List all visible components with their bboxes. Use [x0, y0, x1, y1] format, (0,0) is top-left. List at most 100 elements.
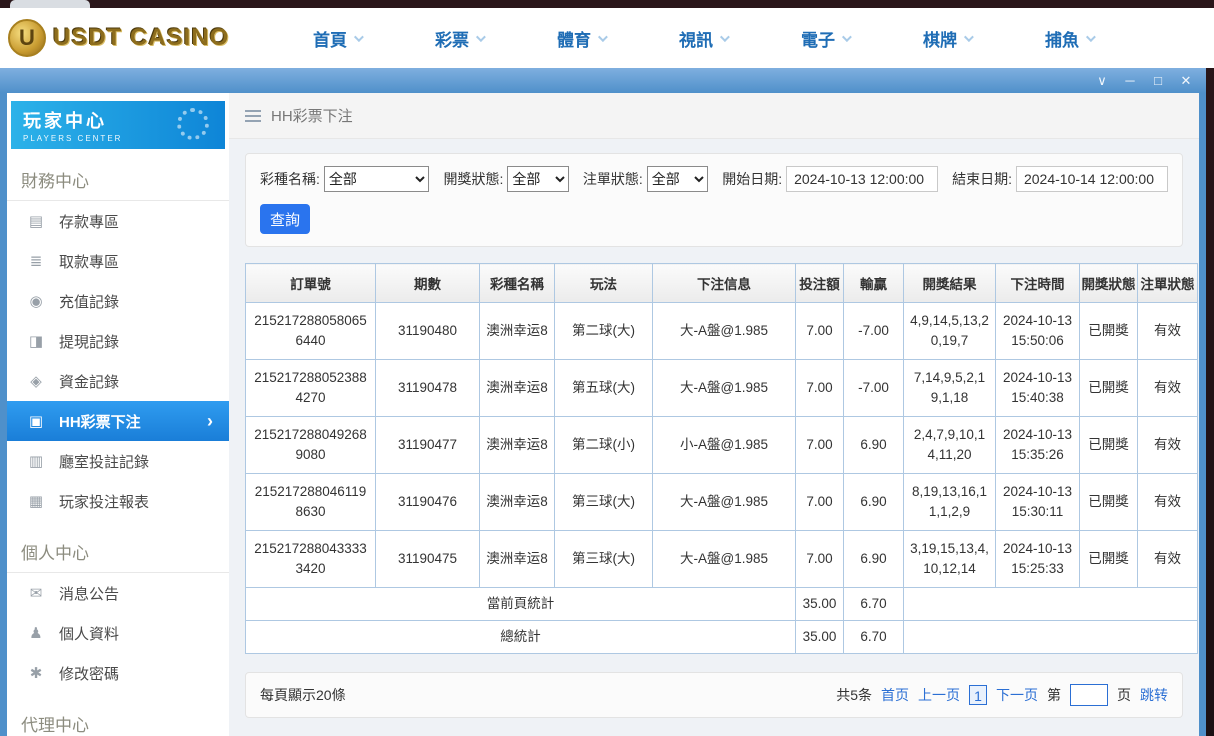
jump-button[interactable]: 跳转: [1140, 685, 1168, 705]
sidebar-item-label: 存款專區: [59, 211, 119, 232]
sidebar-item-profile[interactable]: ♟ 個人資料: [7, 613, 229, 653]
page-summary-label: 當前頁統計: [246, 588, 796, 621]
maximize-button[interactable]: □: [1146, 70, 1170, 91]
table-row: 2152172880461198630 31190476 澳洲幸运8 第三球(大…: [246, 474, 1198, 531]
current-page[interactable]: 1: [969, 685, 987, 705]
page-summary-amount: 35.00: [796, 588, 844, 621]
cell-lottery: 澳洲幸运8: [480, 474, 555, 531]
chevron-down-icon: [842, 32, 852, 42]
sidebar-section-personal: 個人中心: [7, 527, 229, 573]
collapse-button[interactable]: ∨: [1090, 70, 1114, 91]
cell-play: 第三球(大): [555, 474, 653, 531]
money-bag-icon: ◈: [27, 372, 45, 390]
cell-draw-status: 已開獎: [1080, 303, 1138, 360]
prev-page-link[interactable]: 上一页: [918, 685, 960, 705]
col-header-lottery: 彩種名稱: [480, 264, 555, 303]
cell-order-status: 有效: [1138, 417, 1198, 474]
next-page-link[interactable]: 下一页: [996, 685, 1038, 705]
first-page-link[interactable]: 首页: [881, 685, 909, 705]
table-row: 2152172880580656440 31190480 澳洲幸运8 第二球(大…: [246, 303, 1198, 360]
table-row: 2152172880433333420 31190475 澳洲幸运8 第三球(大…: [246, 531, 1198, 588]
nav-item-slots[interactable]: 電子: [764, 26, 886, 51]
order-status-label: 注單狀態:: [583, 169, 643, 189]
nav-label: 彩票: [435, 26, 469, 51]
gear-icon: ✱: [27, 664, 45, 682]
sidebar-item-deposit[interactable]: ▤ 存款專區: [7, 201, 229, 241]
sidebar-item-notices[interactable]: ✉ 消息公告: [7, 573, 229, 613]
cell-period: 31190480: [376, 303, 480, 360]
cell-result: 4,9,14,5,13,20,19,7: [904, 303, 996, 360]
sidebar-item-withdraw[interactable]: ≣ 取款專區: [7, 241, 229, 281]
nav-item-home[interactable]: 首頁: [276, 26, 398, 51]
cell-amount: 7.00: [796, 474, 844, 531]
total-summary-label: 總統計: [246, 621, 796, 654]
breadcrumb: HH彩票下注: [229, 93, 1199, 139]
cell-result: 3,19,15,13,4,10,12,14: [904, 531, 996, 588]
cell-period: 31190478: [376, 360, 480, 417]
browser-tab-remnant: [10, 0, 90, 8]
sidebar-item-player-bet-report[interactable]: ▦ 玩家投注報表: [7, 481, 229, 521]
start-date-label: 開始日期:: [722, 169, 782, 189]
cell-lottery: 澳洲幸运8: [480, 360, 555, 417]
cell-play: 第二球(大): [555, 303, 653, 360]
draw-status-select[interactable]: 全部: [507, 166, 568, 192]
nav-item-fishing[interactable]: 捕魚: [1008, 26, 1130, 51]
cell-lottery: 澳洲幸运8: [480, 531, 555, 588]
draw-status-label: 開獎狀態:: [443, 169, 503, 189]
nav-item-live-video[interactable]: 視訊: [642, 26, 764, 51]
total-summary-row: 總統計 35.00 6.70: [246, 621, 1198, 654]
cell-amount: 7.00: [796, 360, 844, 417]
sidebar-item-label: 消息公告: [59, 583, 119, 604]
lottery-name-select[interactable]: 全部: [324, 166, 430, 192]
col-header-result: 開獎結果: [904, 264, 996, 303]
sidebar-item-hh-lottery-bets[interactable]: ▣ HH彩票下注 ›: [7, 401, 229, 441]
withdrawal-record-icon: ◨: [27, 332, 45, 350]
cell-period: 31190476: [376, 474, 480, 531]
col-header-bet-info: 下注信息: [653, 264, 796, 303]
chevron-down-icon: [598, 32, 608, 42]
sidebar-section-agent: 代理中心: [7, 699, 229, 736]
hamburger-menu-icon[interactable]: [245, 110, 261, 122]
sidebar-item-hall-bet-record[interactable]: ▥ 廳室投註記錄: [7, 441, 229, 481]
cell-bet-info: 大-A盤@1.985: [653, 360, 796, 417]
table-row: 2152172880523884270 31190478 澳洲幸运8 第五球(大…: [246, 360, 1198, 417]
search-button[interactable]: 查詢: [260, 204, 310, 234]
site-navbar: U USDT CASINO 首頁 彩票 體育 視訊 電子 棋牌 捕魚: [0, 8, 1214, 68]
nav-label: 捕魚: [1045, 26, 1079, 51]
order-status-select[interactable]: 全部: [647, 166, 708, 192]
nav-label: 首頁: [313, 26, 347, 51]
jump-prefix-label: 第: [1047, 685, 1061, 705]
minimize-button[interactable]: ─: [1118, 70, 1142, 91]
jump-suffix-label: 页: [1117, 685, 1131, 705]
col-header-period: 期數: [376, 264, 480, 303]
cell-order-status: 有效: [1138, 360, 1198, 417]
cell-bet-info: 小-A盤@1.985: [653, 417, 796, 474]
start-date-input[interactable]: [786, 166, 938, 192]
total-count: 共5条: [836, 685, 872, 705]
cell-bet-time: 2024-10-13 15:35:26: [996, 417, 1080, 474]
brand-logo[interactable]: U USDT CASINO: [8, 19, 258, 57]
main-nav: 首頁 彩票 體育 視訊 電子 棋牌 捕魚: [276, 26, 1130, 51]
sidebar-item-funds-record[interactable]: ◈ 資金記錄: [7, 361, 229, 401]
cell-bet-time: 2024-10-13 15:40:38: [996, 360, 1080, 417]
sidebar-item-withdrawal-record[interactable]: ◨ 提現記錄: [7, 321, 229, 361]
sidebar-item-label: 修改密碼: [59, 663, 119, 684]
chevron-down-icon: [354, 32, 364, 42]
nav-item-sports[interactable]: 體育: [520, 26, 642, 51]
cell-draw-status: 已開獎: [1080, 474, 1138, 531]
cell-order-no: 2152172880580656440: [246, 303, 376, 360]
main-content: HH彩票下注 彩種名稱: 全部 開獎狀態: 全部 注單狀態: 全部: [229, 93, 1199, 736]
table-header-row: 訂單號 期數 彩種名稱 玩法 下注信息 投注額 輸贏 開獎結果 下注時間 開獎狀…: [246, 264, 1198, 303]
sidebar-item-recharge-record[interactable]: ◉ 充值記錄: [7, 281, 229, 321]
filter-panel: 彩種名稱: 全部 開獎狀態: 全部 注單狀態: 全部 開始日期: 結束日期:: [245, 153, 1183, 247]
sidebar-item-label: 廳室投註記錄: [59, 451, 149, 472]
nav-item-lottery[interactable]: 彩票: [398, 26, 520, 51]
cell-bet-time: 2024-10-13 15:50:06: [996, 303, 1080, 360]
nav-item-board-games[interactable]: 棋牌: [886, 26, 1008, 51]
sidebar-item-change-password[interactable]: ✱ 修改密碼: [7, 653, 229, 693]
close-button[interactable]: ✕: [1174, 70, 1198, 91]
cell-bet-time: 2024-10-13 15:25:33: [996, 531, 1080, 588]
cell-bet-info: 大-A盤@1.985: [653, 474, 796, 531]
page-jump-input[interactable]: [1070, 684, 1108, 706]
end-date-input[interactable]: [1016, 166, 1168, 192]
